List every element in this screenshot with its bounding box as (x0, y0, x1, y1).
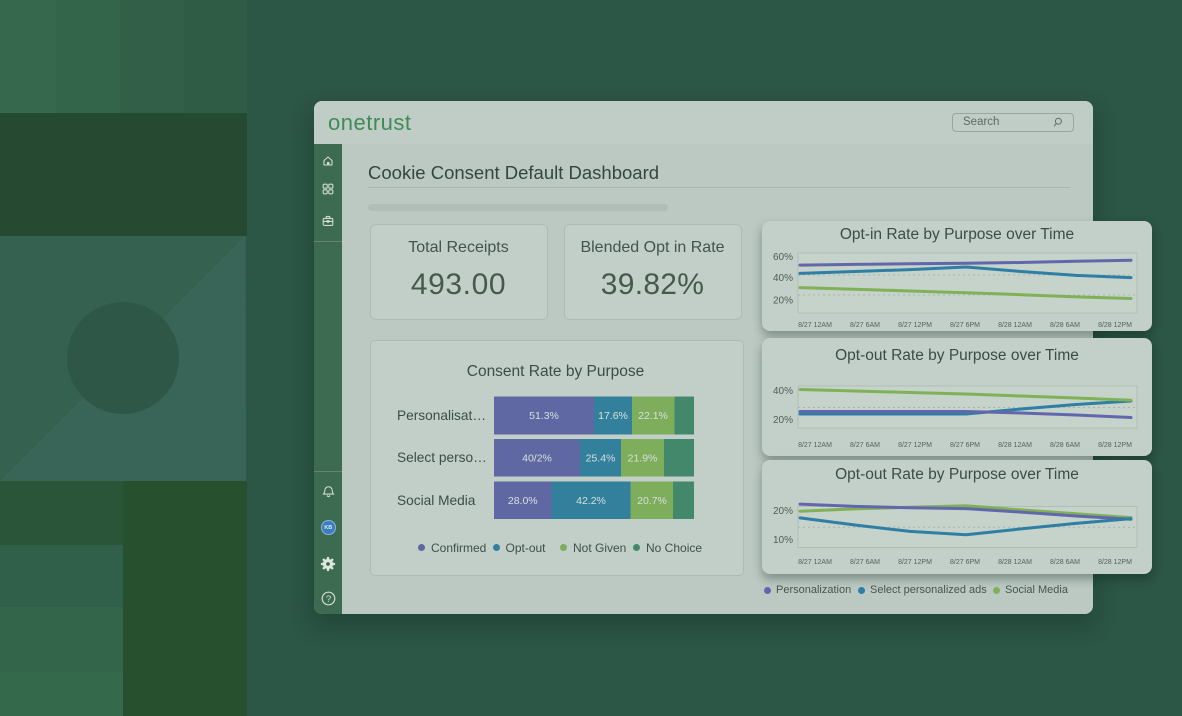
svg-text:8/28 12PM: 8/28 12PM (1098, 559, 1132, 566)
svg-text:8/27 12AM: 8/27 12AM (798, 442, 832, 449)
svg-text:8/27 12AM: 8/27 12AM (798, 559, 832, 566)
svg-text:8/27 6AM: 8/27 6AM (850, 442, 880, 449)
svg-text:8/27 6AM: 8/27 6AM (850, 322, 880, 329)
svg-text:8/27 6PM: 8/27 6PM (950, 322, 980, 329)
svg-text:8/28 12AM: 8/28 12AM (998, 559, 1032, 566)
svg-text:8/27 6PM: 8/27 6PM (950, 442, 980, 449)
svg-text:8/28 6AM: 8/28 6AM (1050, 442, 1080, 449)
svg-text:20.7%: 20.7% (637, 495, 667, 507)
svg-text:40/2%: 40/2% (522, 453, 552, 465)
svg-text:8/27 12PM: 8/27 12PM (898, 322, 932, 329)
svg-text:8/28 6AM: 8/28 6AM (1050, 559, 1080, 566)
svg-text:40%: 40% (773, 273, 793, 284)
svg-text:8/28 12AM: 8/28 12AM (998, 442, 1032, 449)
svg-text:8/28 12PM: 8/28 12PM (1098, 442, 1132, 449)
svg-text:8/27 12AM: 8/27 12AM (798, 322, 832, 329)
svg-text:?: ? (325, 594, 330, 605)
svg-text:42.2%: 42.2% (576, 495, 606, 507)
svg-text:40%: 40% (773, 386, 793, 397)
svg-text:21.9%: 21.9% (628, 453, 658, 465)
svg-text:10%: 10% (773, 535, 793, 546)
svg-text:8/27 12PM: 8/27 12PM (898, 442, 932, 449)
svg-text:20%: 20% (773, 296, 793, 307)
svg-text:8/27 6PM: 8/27 6PM (950, 559, 980, 566)
svg-text:60%: 60% (773, 252, 793, 263)
svg-text:20%: 20% (773, 506, 793, 517)
svg-text:20%: 20% (773, 415, 793, 426)
svg-text:28.0%: 28.0% (508, 495, 538, 507)
svg-text:8/27 12PM: 8/27 12PM (898, 559, 932, 566)
svg-text:8/28 6AM: 8/28 6AM (1050, 322, 1080, 329)
svg-text:8/28 12PM: 8/28 12PM (1098, 322, 1132, 329)
svg-text:8/28 12AM: 8/28 12AM (998, 322, 1032, 329)
svg-text:25.4%: 25.4% (586, 453, 616, 465)
svg-text:17.6%: 17.6% (598, 410, 628, 422)
svg-text:51.3%: 51.3% (529, 410, 559, 422)
svg-text:8/27 6AM: 8/27 6AM (850, 559, 880, 566)
svg-text:22.1%: 22.1% (638, 410, 668, 422)
